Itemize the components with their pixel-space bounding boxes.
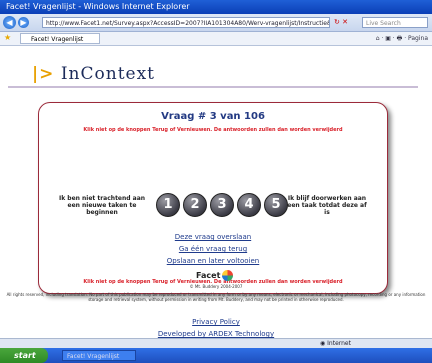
facet-ball-icon	[222, 270, 234, 281]
tab-active[interactable]: Facet! Vragenlijst	[20, 33, 100, 44]
favorites-star-icon[interactable]: ★	[4, 33, 11, 42]
divider	[8, 86, 418, 88]
answer-option-1[interactable]: 1	[156, 193, 180, 217]
question-panel: Vraag # 3 van 106 Klik niet op de knoppe…	[38, 102, 388, 294]
previous-question-link[interactable]: Ga één vraag terug	[39, 245, 387, 253]
navigation-bar: ◀ ▶ http://www.Facet1.net/Survey.aspx?Ac…	[0, 14, 432, 32]
instruction-top: Klik niet op de knoppen Terug of Vernieu…	[83, 127, 343, 133]
facet-logo: Facet	[196, 270, 234, 281]
developed-by-link[interactable]: Developed by ARDEX Technology	[158, 330, 274, 338]
back-icon[interactable]: ◀	[3, 16, 16, 29]
answer-scale: 1 2 3 4 5	[156, 193, 288, 217]
browser-window: Facet! Vragenlijst - Windows Internet Ex…	[0, 0, 432, 363]
refresh-stop-icons[interactable]: ↻ ✕	[334, 17, 360, 28]
answer-option-2[interactable]: 2	[183, 193, 207, 217]
answer-option-4[interactable]: 4	[237, 193, 261, 217]
start-button[interactable]: start	[0, 348, 48, 363]
window-title: Facet! Vragenlijst - Windows Internet Ex…	[0, 0, 432, 14]
command-bar[interactable]: ⌂ · ▣ · 🖶 · Pagina	[376, 33, 428, 44]
favorites-bar: ★ Facet! Vragenlijst ⌂ · ▣ · 🖶 · Pagina	[0, 32, 432, 46]
page-content: |> InContext Vraag # 3 van 106 Klik niet…	[0, 46, 432, 338]
skip-question-link[interactable]: Deze vraag overslaan	[39, 233, 387, 241]
copyright-text: © Mt. Buddery 2004-2007	[189, 284, 243, 289]
forward-icon[interactable]: ▶	[18, 17, 29, 28]
taskbar-item[interactable]: Facet! Vragenlijst	[62, 350, 136, 361]
search-input[interactable]: Live Search	[362, 17, 428, 28]
save-later-link[interactable]: Opslaan en later voltooien	[39, 257, 387, 265]
question-title: Vraag # 3 van 106	[161, 111, 265, 122]
rights-text: All rights reserved, including translati…	[6, 292, 426, 302]
answer-option-3[interactable]: 3	[210, 193, 234, 217]
address-bar[interactable]: http://www.Facet1.net/Survey.aspx?Access…	[42, 17, 330, 28]
right-anchor-label: Ik blijf doorwerken aan een taak totdat …	[287, 195, 367, 216]
taskbar: start Facet! Vragenlijst	[0, 348, 432, 363]
left-anchor-label: Ik ben niet trachtend aan een nieuwe tak…	[58, 195, 146, 216]
incontext-logo: |> InContext	[32, 64, 156, 84]
